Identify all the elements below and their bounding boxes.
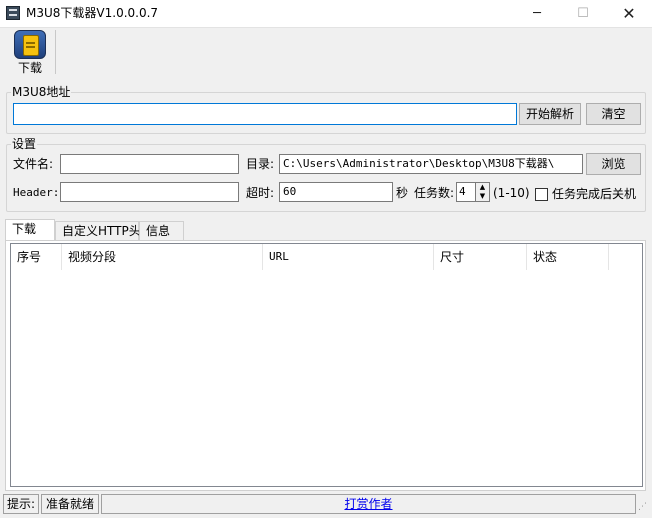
column-header-index[interactable]: 序号 — [11, 244, 62, 270]
column-header-segment[interactable]: 视频分段 — [62, 244, 263, 270]
window-title: M3U8下载器V1.0.0.0.7 — [26, 6, 159, 20]
directory-input[interactable]: C:\Users\Administrator\Desktop\M3U8下载器\ — [279, 154, 583, 174]
shutdown-label: 任务完成后关机 — [552, 187, 637, 201]
tab-custom-http-headers[interactable]: 自定义HTTP头 — [55, 221, 141, 241]
clear-button[interactable]: 清空 — [586, 103, 641, 125]
tasks-label: 任务数: — [414, 186, 455, 200]
m3u8-url-input[interactable] — [13, 103, 517, 125]
header-input[interactable] — [60, 182, 239, 202]
toolbar-divider — [55, 30, 56, 74]
tasks-spinner[interactable]: ▲ ▼ — [475, 182, 490, 202]
filename-input[interactable] — [60, 154, 239, 174]
directory-label: 目录: — [246, 157, 275, 171]
app-icon — [6, 6, 20, 20]
download-icon — [14, 30, 46, 59]
tasks-range: (1-10) — [493, 186, 530, 200]
close-button[interactable]: ✕ — [606, 0, 652, 27]
url-group-label: M3U8地址 — [11, 85, 72, 99]
settings-group-label: 设置 — [11, 137, 38, 151]
status-hint-label: 提示: — [3, 494, 39, 514]
timeout-input[interactable]: 60 — [279, 182, 393, 202]
spin-down-icon[interactable]: ▼ — [476, 192, 489, 201]
timeout-label: 超时: — [246, 186, 275, 200]
download-tool-label: 下载 — [17, 61, 42, 75]
tab-download[interactable]: 下载 — [5, 219, 55, 241]
spin-up-icon[interactable]: ▲ — [476, 183, 489, 192]
browse-button[interactable]: 浏览 — [586, 153, 641, 175]
column-header-status[interactable]: 状态 — [527, 244, 609, 270]
maximize-button[interactable]: ☐ — [560, 0, 606, 27]
shutdown-checkbox[interactable] — [535, 188, 548, 201]
tab-info[interactable]: 信息 — [139, 221, 184, 241]
seconds-label: 秒 — [396, 186, 409, 200]
download-table[interactable]: 序号 视频分段 URL 尺寸 状态 — [10, 243, 643, 487]
tasks-input[interactable]: 4 — [456, 182, 476, 202]
status-link-panel: 打赏作者 — [101, 494, 636, 514]
parse-button[interactable]: 开始解析 — [519, 103, 581, 125]
minimize-button[interactable]: ─ — [514, 0, 560, 27]
download-tool-button[interactable]: 下载 — [8, 29, 52, 75]
filename-label: 文件名: — [13, 157, 54, 171]
column-header-url[interactable]: URL — [263, 244, 434, 270]
header-label: Header: — [13, 186, 60, 199]
status-text: 准备就绪 — [41, 494, 99, 514]
title-bar: M3U8下载器V1.0.0.0.7 ─ ☐ ✕ — [0, 0, 652, 27]
resize-grip-icon[interactable]: ⋰ — [638, 500, 650, 514]
donate-link[interactable]: 打赏作者 — [344, 497, 392, 511]
column-header-size[interactable]: 尺寸 — [434, 244, 527, 270]
toolbar-separator — [0, 27, 652, 28]
